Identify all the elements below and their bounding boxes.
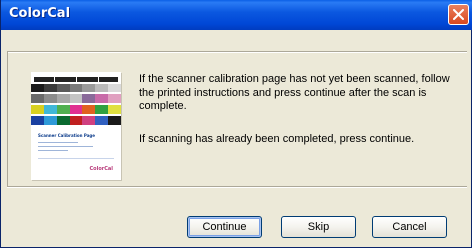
window-title: ColorCal	[9, 6, 71, 21]
thumbnail-text-line	[38, 158, 114, 159]
thumbnail-gray-scale	[31, 84, 122, 92]
color-swatch	[69, 94, 83, 103]
content-panel-bottom-border	[7, 186, 467, 188]
close-icon	[453, 9, 464, 20]
thumbnail-page-title: Scanner Calibration Page	[38, 133, 96, 138]
content-panel-top-border	[7, 51, 467, 53]
color-swatch	[69, 116, 83, 125]
thumbnail-color-row	[31, 105, 122, 114]
thumbnail-color-row	[31, 94, 122, 103]
thumbnail-color-row	[31, 116, 122, 125]
color-swatch	[82, 84, 96, 92]
color-swatch	[95, 116, 109, 125]
dialog-window: ColorCal Scanner Calibration Page ColorC…	[0, 0, 472, 248]
color-swatch	[82, 116, 96, 125]
color-swatch	[108, 116, 122, 125]
thumbnail-text-line	[38, 142, 78, 143]
skip-button[interactable]: Skip	[281, 216, 356, 238]
color-swatch	[69, 105, 83, 114]
color-swatch	[82, 94, 96, 103]
content-panel-left-border	[7, 51, 8, 186]
color-swatch	[56, 84, 70, 92]
color-swatch	[95, 105, 109, 114]
color-swatch	[108, 84, 122, 92]
color-swatch	[43, 84, 57, 92]
color-swatch	[56, 94, 70, 103]
color-swatch	[43, 94, 57, 103]
color-swatch	[43, 105, 57, 114]
color-swatch	[108, 94, 122, 103]
cancel-button[interactable]: Cancel	[372, 216, 447, 238]
thumbnail-ruler	[34, 77, 118, 82]
color-swatch	[31, 105, 44, 114]
continue-button[interactable]: Continue	[187, 216, 262, 238]
color-swatch	[69, 84, 83, 92]
color-swatch	[56, 116, 70, 125]
completed-text: If scanning has already been completed, …	[139, 133, 415, 145]
color-swatch	[31, 116, 44, 125]
color-swatch	[95, 84, 109, 92]
instruction-text: If the scanner calibration page has not …	[139, 73, 450, 112]
color-swatch	[95, 94, 109, 103]
calibration-page-thumbnail: Scanner Calibration Page ColorCal	[31, 72, 122, 180]
title-bar[interactable]: ColorCal	[1, 0, 472, 30]
color-swatch	[43, 116, 57, 125]
close-button[interactable]	[448, 4, 469, 25]
thumbnail-text-line	[38, 150, 68, 151]
color-swatch	[56, 105, 70, 114]
thumbnail-text-line	[38, 146, 93, 147]
color-swatch	[108, 105, 122, 114]
thumbnail-logo: ColorCal	[89, 166, 113, 172]
color-swatch	[82, 105, 96, 114]
color-swatch	[31, 94, 44, 103]
color-swatch	[31, 84, 44, 92]
